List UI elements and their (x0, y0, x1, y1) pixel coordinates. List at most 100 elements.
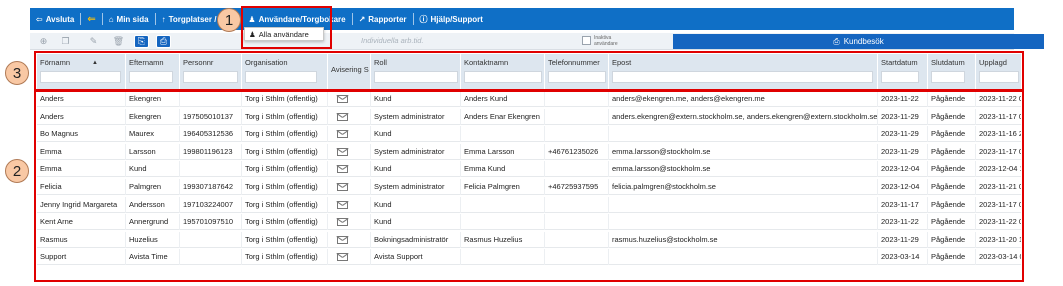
envelope-icon[interactable] (337, 253, 348, 262)
cell-telefon (545, 196, 609, 213)
col-kontaktnamn[interactable]: Kontaktnamn (461, 54, 545, 89)
col-label: Telefonnummer (548, 58, 600, 67)
filter-telefon-input[interactable] (548, 71, 606, 83)
cell-telefon: +46725937595 (545, 179, 609, 195)
col-telefonnummer[interactable]: Telefonnummer (545, 54, 609, 89)
table-row[interactable]: Anders Ekengren 197505010137 Torg i Sthlm (… (37, 108, 1021, 125)
filter-fornamn-input[interactable] (40, 71, 121, 83)
cell-telefon (545, 161, 609, 178)
cell-epost (609, 249, 878, 266)
cell-avisering (328, 249, 371, 266)
nav-hjalp[interactable]: ⓘ Hjälp/Support (414, 8, 489, 30)
cell-avisering (328, 196, 371, 213)
cell-startdatum: 2023-12-04 (878, 161, 928, 178)
cell-upplagd: 2023-11-17 08:52 (979, 111, 1021, 121)
cell-kontaktnamn (461, 196, 545, 213)
nav-torgplatser-label: Torgplatser / (168, 14, 217, 24)
table-row[interactable]: Emma Larsson 199801196123 Torg i Sthlm (off… (37, 143, 1021, 160)
nav-min-sida[interactable]: ⌂ Min sida (103, 8, 155, 30)
filter-startdatum-input[interactable] (881, 71, 919, 83)
table-row[interactable]: Kent Arne Annergrund 195701097510 Torg i St… (37, 214, 1021, 231)
table-row[interactable]: Anders Ekengren Torg i Sthlm (offentlig) Ku… (37, 91, 1021, 107)
cell-epost: felicia.palmgren@stockholm.se (609, 179, 878, 195)
col-slutdatum[interactable]: Slutdatum (928, 54, 976, 89)
filter-slutdatum-input[interactable] (931, 71, 965, 83)
table-row[interactable]: Felicia Palmgren 199307187642 Torg i Sthlm … (37, 179, 1021, 195)
kundbesok-button[interactable]: ⎙ Kundbesök (673, 34, 1044, 49)
export-icon[interactable]: ⎘ (134, 35, 149, 48)
cell-epost: anders@ekengren.me, anders@ekengren.me (609, 91, 878, 107)
envelope-icon[interactable] (337, 95, 348, 103)
cell-startdatum: 2023-11-22 (878, 214, 928, 231)
filter-personnr-input[interactable] (183, 71, 238, 83)
cell-telefon (545, 126, 609, 143)
filter-organisation-input[interactable] (245, 71, 317, 83)
nav-torgplatser[interactable]: ↑ Torgplatser / (156, 8, 223, 30)
filter-roll-input[interactable] (374, 71, 458, 83)
cell-organisation: Torg i Sthlm (offentlig) (242, 108, 328, 125)
cell-roll: Avista Support (371, 249, 461, 266)
cell-roll: System administrator (371, 179, 461, 195)
cell-avisering (328, 161, 371, 178)
cell-startdatum: 2023-11-29 (878, 108, 928, 125)
cell-personnr (180, 231, 242, 248)
filter-epost-input[interactable] (612, 71, 873, 83)
cell-slutdatum: Pågående (928, 179, 976, 195)
col-avisering[interactable]: Avisering S (328, 54, 371, 89)
nav-rapporter[interactable]: ↗ Rapporter (353, 8, 413, 30)
envelope-icon[interactable] (337, 147, 348, 156)
cell-personnr (180, 91, 242, 107)
envelope-icon[interactable] (337, 130, 348, 139)
users-dropdown-all[interactable]: ♟ Alla användare (244, 27, 324, 41)
cell-efternamn: Andersson (126, 196, 180, 213)
pin-icon: ↑ (161, 14, 166, 24)
envelope-icon[interactable] (337, 200, 348, 209)
envelope-icon[interactable] (337, 235, 348, 244)
col-epost[interactable]: Epost (609, 54, 878, 89)
info-icon: ⓘ (419, 14, 428, 24)
col-upplagd[interactable]: Upplagd (976, 54, 1021, 89)
copy-icon[interactable]: ❐ (58, 35, 73, 48)
edit-icon[interactable]: ✎ (86, 35, 101, 48)
cell-avisering (328, 126, 371, 143)
filter-kontaktnamn-input[interactable] (464, 71, 542, 83)
cell-fornamn: Jenny Ingrid Margareta (37, 196, 126, 213)
cell-organisation: Torg i Sthlm (offentlig) (242, 126, 328, 143)
table-row[interactable]: Emma Kund Torg i Sthlm (offentlig) Kund Emma… (37, 161, 1021, 178)
table-row[interactable]: Bo Magnus Maurex 196405312536 Torg i Sthlm … (37, 126, 1021, 143)
add-icon[interactable]: ⊕ (36, 35, 51, 48)
col-efternamn[interactable]: Efternamn (126, 54, 180, 89)
col-personnr[interactable]: Personnr (180, 54, 242, 89)
print-icon[interactable]: ⎙ (156, 35, 171, 48)
filter-efternamn-input[interactable] (129, 71, 173, 83)
cell-epost: emma.larsson@stockholm.se (609, 143, 878, 160)
nav-avsluta[interactable]: ⇦ Avsluta (30, 8, 80, 30)
envelope-icon[interactable] (337, 165, 348, 174)
cell-avisering (328, 143, 371, 160)
col-organisation[interactable]: Organisation (242, 54, 328, 89)
cell-efternamn: Kund (126, 161, 180, 178)
work-time-placeholder: Individuella arb.tid. (361, 36, 424, 45)
cell-startdatum: 2023-11-17 (878, 196, 928, 213)
home-icon: ⌂ (108, 14, 114, 24)
filter-upplagd-input[interactable] (979, 71, 1019, 83)
envelope-icon[interactable] (337, 112, 348, 121)
col-roll[interactable]: Roll (371, 54, 461, 89)
table-row[interactable]: Support Avista Time Torg i Sthlm (offentli… (37, 249, 1021, 266)
delete-icon[interactable]: 🗑 (111, 35, 126, 48)
cell-roll: Kund (371, 91, 461, 107)
chart-icon: ↗ (358, 14, 366, 24)
cell-kontaktnamn (461, 126, 545, 143)
table-row[interactable]: Rasmus Huzelius Torg i Sthlm (offentlig) Bo… (37, 231, 1021, 248)
sort-up-icon[interactable]: ▲ (92, 60, 98, 66)
envelope-icon[interactable] (337, 218, 348, 227)
inactive-users-checkbox[interactable] (582, 36, 591, 45)
cell-fornamn: Support (37, 249, 126, 266)
col-startdatum[interactable]: Startdatum (878, 54, 928, 89)
nav-avsluta-label: Avsluta (45, 14, 75, 24)
nav-back[interactable]: ⇐ (81, 8, 101, 30)
table-row[interactable]: Jenny Ingrid Margareta Andersson 197103224… (37, 196, 1021, 213)
envelope-icon[interactable] (337, 183, 348, 191)
cell-organisation: Torg i Sthlm (offentlig) (242, 214, 328, 231)
col-fornamn[interactable]: Förnamn ▲ (37, 54, 126, 89)
